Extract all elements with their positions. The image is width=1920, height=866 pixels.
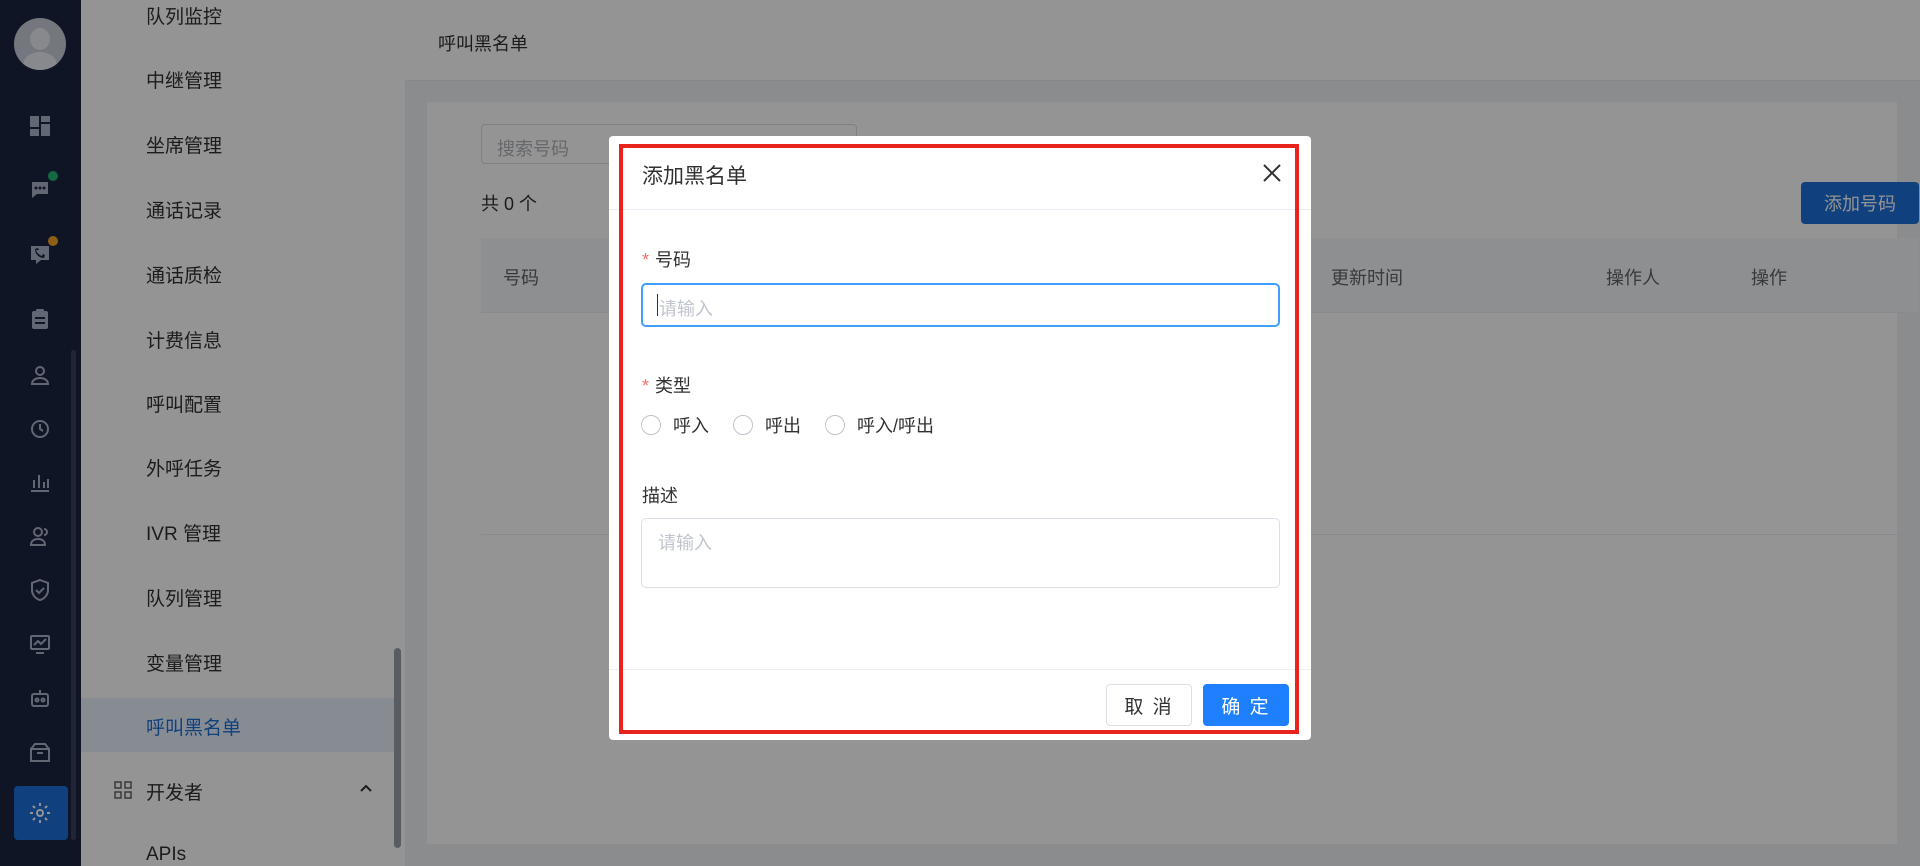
confirm-button[interactable]: 确 定 — [1203, 684, 1289, 726]
highlight-box — [619, 144, 1299, 734]
number-input[interactable]: 请输入 — [641, 283, 1280, 327]
description-placeholder: 请输入 — [658, 533, 712, 553]
dialog-footer-divider — [609, 669, 1311, 670]
required-star: * — [642, 376, 650, 396]
number-label: * 号码 — [642, 250, 692, 270]
description-label: 描述 — [642, 486, 678, 506]
radio-circle — [641, 415, 661, 435]
text-caret — [657, 294, 658, 316]
required-star: * — [642, 250, 650, 270]
description-textarea[interactable]: 请输入 — [641, 518, 1280, 588]
number-placeholder: 请输入 — [659, 299, 713, 319]
add-blacklist-dialog: 添加黑名单 * 号码 请输入 * 类型 呼入 呼出 呼入/呼出 描述 请输入 取 消… — [609, 136, 1311, 740]
dialog-header-divider — [609, 209, 1311, 210]
radio-inbound-outbound[interactable]: 呼入/呼出 — [825, 412, 934, 438]
radio-inbound[interactable]: 呼入 — [641, 412, 709, 438]
radio-circle — [733, 415, 753, 435]
radio-circle — [825, 415, 845, 435]
type-label: * 类型 — [642, 376, 692, 396]
radio-outbound[interactable]: 呼出 — [733, 412, 801, 438]
cancel-button[interactable]: 取 消 — [1106, 684, 1192, 726]
close-icon[interactable] — [1261, 162, 1283, 184]
dialog-title: 添加黑名单 — [642, 165, 747, 188]
